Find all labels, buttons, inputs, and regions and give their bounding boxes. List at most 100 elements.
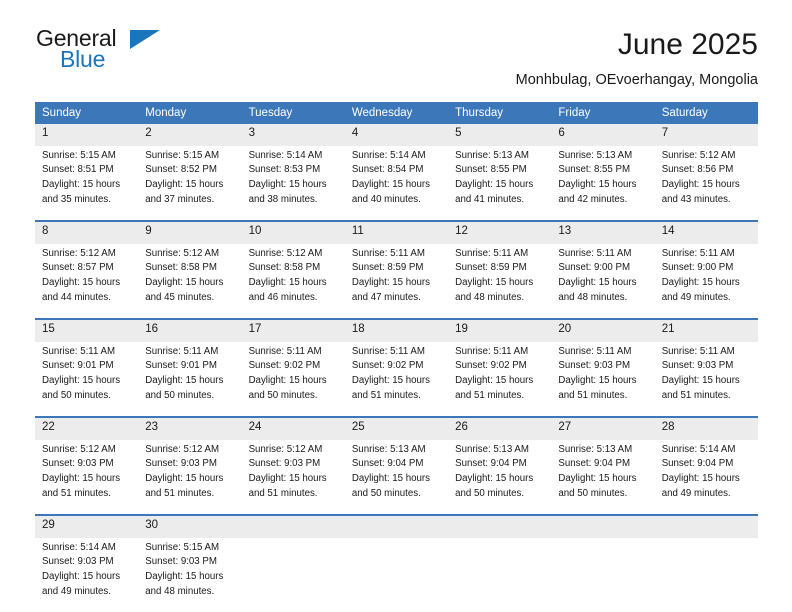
day-cell[interactable]: Sunrise: 5:12 AM Sunset: 8:57 PM Daylight:… — [35, 243, 139, 318]
day-cell[interactable]: Sunrise: 5:11 AM Sunset: 9:02 PM Daylight:… — [448, 341, 552, 416]
daylight-text-line2: and 49 minutes. — [661, 487, 731, 499]
day-number-row: 15 16 17 18 19 20 21 — [35, 319, 758, 342]
sunrise-text: Sunrise: 5:11 AM — [455, 247, 529, 259]
day-number-cell[interactable]: 21 — [654, 319, 758, 342]
sunrise-text: Sunrise: 5:11 AM — [351, 247, 425, 259]
day-cell[interactable]: Sunrise: 5:15 AM Sunset: 8:51 PM Daylight:… — [35, 145, 139, 220]
day-cell[interactable]: Sunrise: 5:13 AM Sunset: 8:55 PM Daylight:… — [551, 145, 655, 220]
day-number-cell[interactable]: 23 — [138, 417, 242, 440]
daylight-text-line2: and 47 minutes. — [351, 291, 421, 303]
daylight-text-line1: Daylight: 15 hours — [42, 374, 121, 386]
day-cell-empty — [448, 537, 552, 612]
day-number-cell-empty — [551, 515, 655, 538]
day-cell[interactable]: Sunrise: 5:13 AM Sunset: 9:04 PM Daylight:… — [344, 439, 449, 514]
day-number-cell[interactable]: 13 — [551, 221, 655, 244]
day-cell[interactable]: Sunrise: 5:11 AM Sunset: 9:01 PM Daylight:… — [35, 341, 139, 416]
daylight-text-line1: Daylight: 15 hours — [351, 374, 430, 386]
daylight-text-line2: and 50 minutes. — [42, 389, 111, 401]
day-cell[interactable]: Sunrise: 5:13 AM Sunset: 9:04 PM Daylight:… — [551, 439, 655, 514]
sunrise-text: Sunrise: 5:13 AM — [351, 443, 426, 455]
day-number-cell[interactable]: 27 — [551, 417, 655, 440]
day-number-cell[interactable]: 1 — [35, 123, 139, 146]
day-cell[interactable]: Sunrise: 5:13 AM Sunset: 8:55 PM Daylight:… — [448, 145, 552, 220]
day-cell-empty — [551, 537, 655, 612]
day-number-cell[interactable]: 6 — [551, 123, 655, 146]
day-info-row: Sunrise: 5:15 AM Sunset: 8:51 PM Daylight:… — [35, 145, 758, 220]
sunrise-text: Sunrise: 5:15 AM — [145, 149, 220, 161]
day-cell[interactable]: Sunrise: 5:11 AM Sunset: 8:59 PM Daylight:… — [344, 243, 449, 318]
sunset-text: Sunset: 9:00 PM — [558, 262, 631, 274]
day-cell[interactable]: Sunrise: 5:11 AM Sunset: 9:02 PM Daylight:… — [241, 341, 345, 416]
day-cell[interactable]: Sunrise: 5:11 AM Sunset: 9:03 PM Daylight:… — [654, 341, 758, 416]
sunset-text: Sunset: 8:52 PM — [145, 164, 217, 176]
day-cell[interactable]: Sunrise: 5:12 AM Sunset: 8:56 PM Daylight:… — [654, 145, 758, 220]
day-number-cell[interactable]: 3 — [241, 123, 345, 146]
day-cell[interactable]: Sunrise: 5:12 AM Sunset: 8:58 PM Daylight:… — [241, 243, 345, 318]
day-number-cell[interactable]: 2 — [138, 123, 242, 146]
day-cell[interactable]: Sunrise: 5:12 AM Sunset: 9:03 PM Daylight:… — [241, 439, 345, 514]
daylight-text-line1: Daylight: 15 hours — [558, 276, 637, 288]
day-cell[interactable]: Sunrise: 5:11 AM Sunset: 9:01 PM Daylight:… — [138, 341, 242, 416]
sunset-text: Sunset: 9:03 PM — [42, 556, 114, 568]
day-number-cell[interactable]: 8 — [35, 221, 139, 244]
daylight-text-line2: and 50 minutes. — [351, 487, 421, 499]
day-number-cell[interactable]: 20 — [551, 319, 655, 342]
day-number-cell[interactable]: 9 — [138, 221, 242, 244]
day-cell[interactable]: Sunrise: 5:13 AM Sunset: 9:04 PM Daylight:… — [448, 439, 552, 514]
day-cell[interactable]: Sunrise: 5:11 AM Sunset: 9:03 PM Daylight:… — [551, 341, 655, 416]
sunset-text: Sunset: 9:03 PM — [145, 556, 217, 568]
daylight-text-line2: and 48 minutes. — [145, 585, 215, 597]
day-number-cell[interactable]: 29 — [35, 515, 139, 538]
day-cell[interactable]: Sunrise: 5:11 AM Sunset: 9:00 PM Daylight:… — [551, 243, 655, 318]
day-number-cell[interactable]: 14 — [654, 221, 758, 244]
day-number-cell[interactable]: 15 — [35, 319, 139, 342]
daylight-text-line1: Daylight: 15 hours — [145, 472, 224, 484]
calendar-header-row: Sunday Monday Tuesday Wednesday Thursday… — [35, 101, 758, 124]
day-cell[interactable]: Sunrise: 5:14 AM Sunset: 9:04 PM Daylight:… — [654, 439, 758, 514]
day-number-cell[interactable]: 5 — [448, 123, 552, 146]
day-cell[interactable]: Sunrise: 5:12 AM Sunset: 8:58 PM Daylight:… — [138, 243, 242, 318]
general-blue-logo[interactable]: General Blue — [36, 27, 160, 79]
day-number-cell[interactable]: 28 — [654, 417, 758, 440]
day-number-cell[interactable]: 10 — [241, 221, 345, 244]
day-number-cell[interactable]: 18 — [344, 319, 449, 342]
day-number-cell[interactable]: 11 — [344, 221, 449, 244]
day-cell[interactable]: Sunrise: 5:11 AM Sunset: 8:59 PM Daylight:… — [448, 243, 552, 318]
day-cell[interactable]: Sunrise: 5:15 AM Sunset: 9:03 PM Daylight:… — [138, 537, 242, 612]
sunset-text: Sunset: 8:55 PM — [558, 164, 631, 176]
day-cell[interactable]: Sunrise: 5:14 AM Sunset: 8:53 PM Daylight:… — [241, 145, 345, 220]
day-number-cell[interactable]: 17 — [241, 319, 345, 342]
day-cell[interactable]: Sunrise: 5:11 AM Sunset: 9:00 PM Daylight:… — [654, 243, 758, 318]
daylight-text-line2: and 45 minutes. — [145, 291, 215, 303]
day-cell[interactable]: Sunrise: 5:15 AM Sunset: 8:52 PM Daylight:… — [138, 145, 242, 220]
daylight-text-line2: and 51 minutes. — [455, 389, 525, 401]
calendar-table: Sunday Monday Tuesday Wednesday Thursday… — [35, 101, 758, 612]
day-number-cell[interactable]: 12 — [448, 221, 552, 244]
sunrise-text: Sunrise: 5:15 AM — [42, 149, 116, 161]
day-cell[interactable]: Sunrise: 5:12 AM Sunset: 9:03 PM Daylight:… — [138, 439, 242, 514]
day-cell[interactable]: Sunrise: 5:12 AM Sunset: 9:03 PM Daylight:… — [35, 439, 139, 514]
day-number-cell[interactable]: 4 — [344, 123, 449, 146]
daylight-text-line2: and 50 minutes. — [558, 487, 628, 499]
day-cell[interactable]: Sunrise: 5:14 AM Sunset: 8:54 PM Daylight:… — [344, 145, 449, 220]
page-header: General Blue June 2025 Monhbulag, OEvoer… — [0, 0, 792, 88]
day-number-cell[interactable]: 7 — [654, 123, 758, 146]
sunset-text: Sunset: 8:54 PM — [351, 164, 424, 176]
day-number-cell[interactable]: 30 — [138, 515, 242, 538]
day-number-cell[interactable]: 25 — [344, 417, 449, 440]
day-number-cell[interactable]: 19 — [448, 319, 552, 342]
sunrise-text: Sunrise: 5:13 AM — [558, 443, 633, 455]
daylight-text-line2: and 44 minutes. — [42, 291, 111, 303]
daylight-text-line2: and 51 minutes. — [248, 487, 318, 499]
day-number-cell[interactable]: 16 — [138, 319, 242, 342]
day-info-row: Sunrise: 5:12 AM Sunset: 8:57 PM Daylight:… — [35, 243, 758, 318]
day-number-cell[interactable]: 26 — [448, 417, 552, 440]
daylight-text-line1: Daylight: 15 hours — [558, 374, 637, 386]
day-number-cell[interactable]: 22 — [35, 417, 139, 440]
day-cell[interactable]: Sunrise: 5:11 AM Sunset: 9:02 PM Daylight:… — [344, 341, 449, 416]
daylight-text-line1: Daylight: 15 hours — [455, 178, 534, 190]
day-cell[interactable]: Sunrise: 5:14 AM Sunset: 9:03 PM Daylight:… — [35, 537, 139, 612]
daylight-text-line2: and 43 minutes. — [661, 193, 731, 205]
day-number-cell[interactable]: 24 — [241, 417, 345, 440]
sunset-text: Sunset: 9:03 PM — [145, 458, 217, 470]
